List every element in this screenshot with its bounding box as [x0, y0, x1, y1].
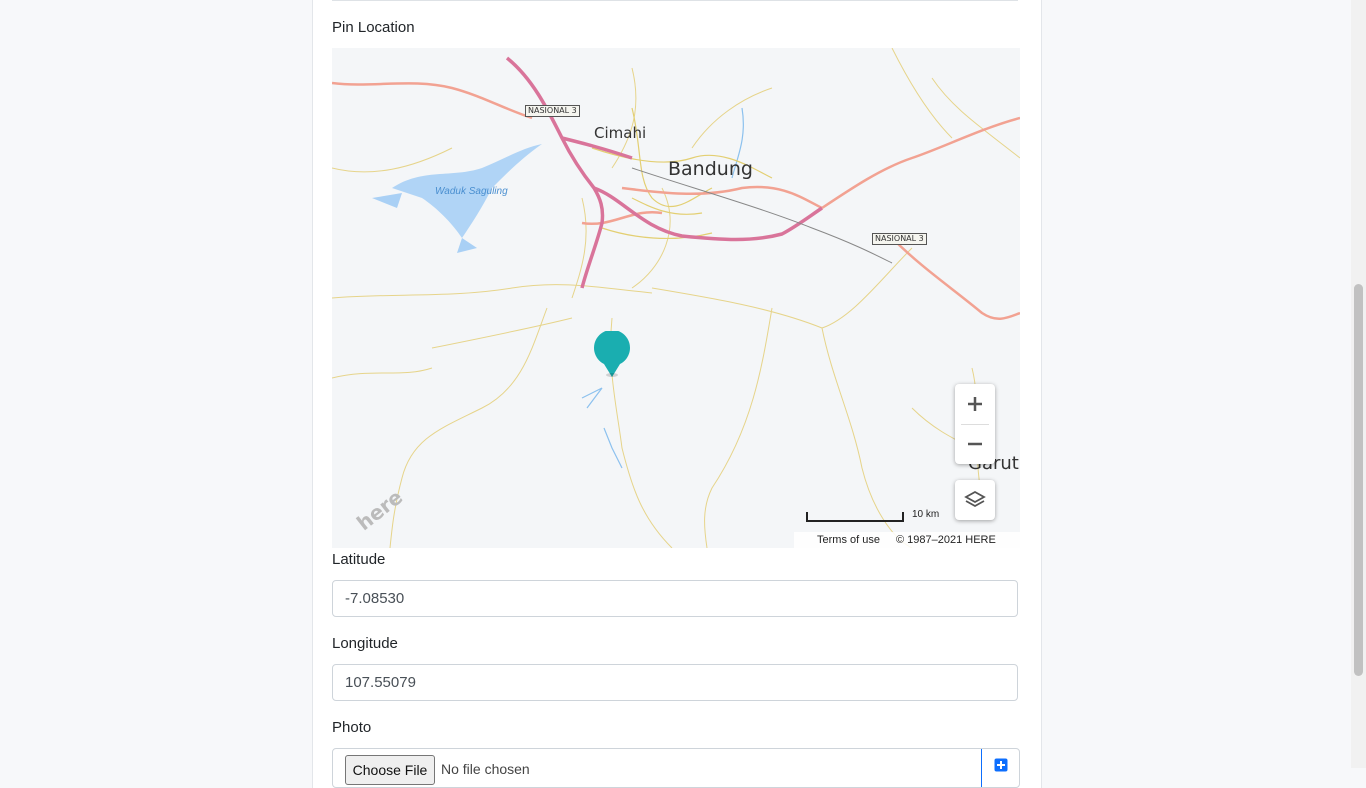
- pin-location-label: Pin Location: [332, 19, 415, 36]
- add-photo-button[interactable]: [981, 749, 1019, 787]
- divider: [332, 0, 1018, 1]
- zoom-control: [955, 384, 995, 464]
- city-label-bandung: Bandung: [668, 158, 753, 180]
- location-pin-marker[interactable]: [592, 329, 632, 379]
- scrollbar-thumb[interactable]: [1354, 284, 1363, 676]
- map-base-layer: [332, 48, 1020, 548]
- latitude-input[interactable]: [332, 580, 1018, 617]
- lake-label: Waduk Saguling: [435, 186, 508, 197]
- map-layers-button[interactable]: [955, 480, 995, 520]
- map-view[interactable]: Cimahi Bandung Garut Waduk Saguling NASI…: [332, 48, 1020, 548]
- photo-label: Photo: [332, 719, 372, 736]
- scale-bar: [806, 512, 904, 522]
- choose-file-button[interactable]: Choose File: [345, 755, 435, 785]
- terms-of-use-link[interactable]: Terms of use: [817, 532, 880, 548]
- zoom-out-button[interactable]: [955, 424, 995, 464]
- photo-file-field: Choose File No file chosen: [332, 748, 1020, 788]
- plus-icon: [968, 397, 982, 411]
- map-attribution: Terms of use © 1987–2021 HERE: [794, 532, 1020, 548]
- city-label-cimahi: Cimahi: [594, 124, 647, 142]
- layers-icon: [964, 490, 986, 508]
- zoom-in-button[interactable]: [955, 384, 995, 424]
- latitude-label: Latitude: [332, 551, 386, 568]
- scale-label: 10 km: [912, 509, 940, 520]
- copyright-text: © 1987–2021 HERE: [896, 534, 996, 546]
- road-shield: NASIONAL 3: [872, 233, 927, 245]
- page-scrollbar[interactable]: [1351, 0, 1366, 768]
- file-status-text: No file chosen: [441, 761, 530, 777]
- longitude-label: Longitude: [332, 635, 398, 652]
- minus-icon: [968, 442, 982, 446]
- longitude-input[interactable]: [332, 664, 1018, 701]
- road-shield: NASIONAL 3: [525, 105, 580, 117]
- plus-square-icon: [994, 758, 1007, 772]
